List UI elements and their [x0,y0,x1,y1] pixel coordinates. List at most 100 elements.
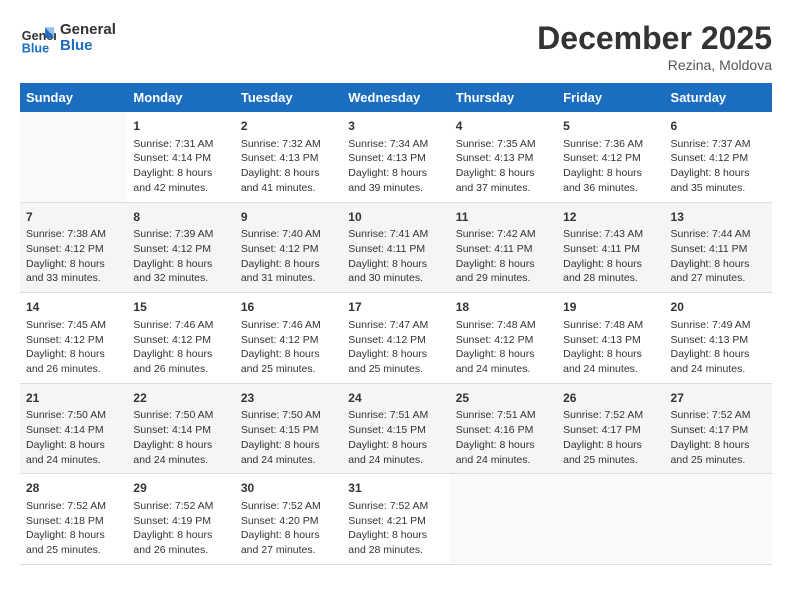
calendar-cell: 16Sunrise: 7:46 AMSunset: 4:12 PMDayligh… [235,293,342,384]
day-number: 3 [348,118,443,135]
calendar-cell: 1Sunrise: 7:31 AMSunset: 4:14 PMDaylight… [127,112,234,202]
day-info: Sunrise: 7:36 AM [563,137,658,152]
day-info: Sunrise: 7:32 AM [241,137,336,152]
calendar-cell: 14Sunrise: 7:45 AMSunset: 4:12 PMDayligh… [20,293,127,384]
calendar-cell: 22Sunrise: 7:50 AMSunset: 4:14 PMDayligh… [127,383,234,474]
calendar-cell: 8Sunrise: 7:39 AMSunset: 4:12 PMDaylight… [127,202,234,293]
day-info: Sunset: 4:20 PM [241,514,336,529]
calendar-table: SundayMondayTuesdayWednesdayThursdayFrid… [20,83,772,565]
day-info: Sunrise: 7:52 AM [241,499,336,514]
day-info: Sunrise: 7:44 AM [671,227,766,242]
day-info: Sunset: 4:12 PM [133,333,228,348]
day-number: 20 [671,299,766,316]
day-info: Sunset: 4:13 PM [241,151,336,166]
day-info: Sunrise: 7:50 AM [26,408,121,423]
day-info: Daylight: 8 hours and 24 minutes. [241,438,336,467]
day-info: Sunrise: 7:52 AM [133,499,228,514]
calendar-cell: 25Sunrise: 7:51 AMSunset: 4:16 PMDayligh… [450,383,557,474]
day-number: 26 [563,390,658,407]
day-number: 28 [26,480,121,497]
day-info: Sunrise: 7:48 AM [563,318,658,333]
calendar-cell: 9Sunrise: 7:40 AMSunset: 4:12 PMDaylight… [235,202,342,293]
calendar-week-row: 21Sunrise: 7:50 AMSunset: 4:14 PMDayligh… [20,383,772,474]
calendar-cell: 4Sunrise: 7:35 AMSunset: 4:13 PMDaylight… [450,112,557,202]
day-number: 10 [348,209,443,226]
day-info: Sunrise: 7:45 AM [26,318,121,333]
day-info: Daylight: 8 hours and 24 minutes. [456,347,551,376]
day-number: 23 [241,390,336,407]
calendar-cell [20,112,127,202]
weekday-header: Thursday [450,83,557,112]
calendar-cell: 23Sunrise: 7:50 AMSunset: 4:15 PMDayligh… [235,383,342,474]
day-number: 30 [241,480,336,497]
calendar-cell: 26Sunrise: 7:52 AMSunset: 4:17 PMDayligh… [557,383,664,474]
day-number: 24 [348,390,443,407]
day-info: Daylight: 8 hours and 36 minutes. [563,166,658,195]
calendar-cell: 5Sunrise: 7:36 AMSunset: 4:12 PMDaylight… [557,112,664,202]
calendar-cell [557,474,664,565]
day-info: Sunset: 4:12 PM [456,333,551,348]
day-info: Sunset: 4:12 PM [133,242,228,257]
day-info: Daylight: 8 hours and 28 minutes. [348,528,443,557]
day-number: 25 [456,390,551,407]
weekday-header: Tuesday [235,83,342,112]
day-info: Sunrise: 7:31 AM [133,137,228,152]
day-info: Sunrise: 7:47 AM [348,318,443,333]
day-info: Daylight: 8 hours and 24 minutes. [671,347,766,376]
calendar-cell: 11Sunrise: 7:42 AMSunset: 4:11 PMDayligh… [450,202,557,293]
calendar-cell: 6Sunrise: 7:37 AMSunset: 4:12 PMDaylight… [665,112,772,202]
day-info: Daylight: 8 hours and 25 minutes. [26,528,121,557]
day-number: 15 [133,299,228,316]
day-info: Sunset: 4:12 PM [241,333,336,348]
calendar-cell: 3Sunrise: 7:34 AMSunset: 4:13 PMDaylight… [342,112,449,202]
day-info: Daylight: 8 hours and 24 minutes. [26,438,121,467]
calendar-cell: 19Sunrise: 7:48 AMSunset: 4:13 PMDayligh… [557,293,664,384]
day-info: Daylight: 8 hours and 32 minutes. [133,257,228,286]
day-info: Sunset: 4:13 PM [671,333,766,348]
day-info: Sunset: 4:15 PM [241,423,336,438]
calendar-cell: 30Sunrise: 7:52 AMSunset: 4:20 PMDayligh… [235,474,342,565]
svg-text:Blue: Blue [22,41,49,55]
day-info: Sunset: 4:16 PM [456,423,551,438]
calendar-header: SundayMondayTuesdayWednesdayThursdayFrid… [20,83,772,112]
day-info: Sunset: 4:19 PM [133,514,228,529]
logo: General Blue General Blue [20,20,116,56]
day-info: Daylight: 8 hours and 24 minutes. [133,438,228,467]
month-title: December 2025 [537,20,772,57]
calendar-cell [665,474,772,565]
day-info: Sunset: 4:17 PM [671,423,766,438]
day-info: Daylight: 8 hours and 26 minutes. [26,347,121,376]
day-info: Daylight: 8 hours and 39 minutes. [348,166,443,195]
day-number: 7 [26,209,121,226]
day-info: Daylight: 8 hours and 42 minutes. [133,166,228,195]
day-info: Sunset: 4:12 PM [348,333,443,348]
day-info: Sunrise: 7:50 AM [133,408,228,423]
day-info: Sunset: 4:13 PM [563,333,658,348]
page-header: General Blue General Blue December 2025 … [20,20,772,73]
day-info: Sunrise: 7:52 AM [348,499,443,514]
day-info: Daylight: 8 hours and 25 minutes. [563,438,658,467]
day-info: Sunrise: 7:51 AM [456,408,551,423]
day-number: 19 [563,299,658,316]
day-info: Sunrise: 7:52 AM [671,408,766,423]
day-number: 21 [26,390,121,407]
calendar-cell: 27Sunrise: 7:52 AMSunset: 4:17 PMDayligh… [665,383,772,474]
day-info: Daylight: 8 hours and 25 minutes. [241,347,336,376]
weekday-header: Wednesday [342,83,449,112]
calendar-cell: 24Sunrise: 7:51 AMSunset: 4:15 PMDayligh… [342,383,449,474]
day-info: Sunrise: 7:43 AM [563,227,658,242]
calendar-cell: 31Sunrise: 7:52 AMSunset: 4:21 PMDayligh… [342,474,449,565]
day-info: Sunset: 4:12 PM [671,151,766,166]
day-info: Daylight: 8 hours and 26 minutes. [133,528,228,557]
day-info: Daylight: 8 hours and 24 minutes. [348,438,443,467]
weekday-header: Saturday [665,83,772,112]
day-info: Sunset: 4:12 PM [26,242,121,257]
calendar-week-row: 1Sunrise: 7:31 AMSunset: 4:14 PMDaylight… [20,112,772,202]
day-number: 11 [456,209,551,226]
day-info: Sunrise: 7:40 AM [241,227,336,242]
day-number: 27 [671,390,766,407]
calendar-cell: 21Sunrise: 7:50 AMSunset: 4:14 PMDayligh… [20,383,127,474]
day-info: Sunset: 4:13 PM [456,151,551,166]
day-info: Sunset: 4:14 PM [133,423,228,438]
day-info: Daylight: 8 hours and 29 minutes. [456,257,551,286]
